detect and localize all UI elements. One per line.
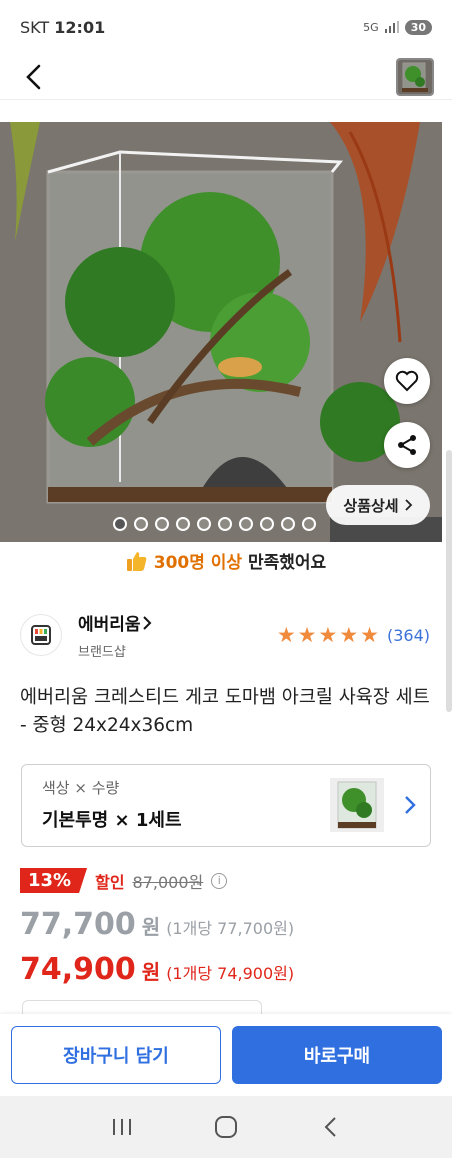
product-image[interactable] bbox=[0, 122, 442, 542]
brand-sub: 브랜드샵 bbox=[78, 645, 126, 660]
rating[interactable]: ★ ★ ★ ★ ★ (364) bbox=[276, 622, 430, 647]
recents-icon bbox=[113, 1119, 131, 1135]
top-nav bbox=[0, 54, 452, 100]
system-nav-bar bbox=[0, 1096, 452, 1158]
system-back-button[interactable] bbox=[310, 1107, 350, 1147]
review-count[interactable]: (364) bbox=[387, 626, 430, 645]
chevron-right-icon bbox=[405, 796, 416, 814]
carousel-dot[interactable] bbox=[218, 517, 232, 531]
price-regular-currency: 원 bbox=[141, 915, 161, 939]
add-to-cart-button[interactable]: 장바구니 담기 bbox=[11, 1026, 221, 1084]
price-regular-amount: 77,700 bbox=[20, 907, 136, 942]
star-icon: ★ bbox=[339, 622, 359, 647]
discount-badge: 13% bbox=[20, 868, 88, 893]
product-thumbnail bbox=[398, 59, 432, 94]
brand-name[interactable]: 에버리움 bbox=[78, 610, 152, 635]
carousel-dot[interactable] bbox=[281, 517, 295, 531]
brand-logo-icon bbox=[31, 625, 51, 645]
wishlist-button[interactable] bbox=[384, 358, 430, 404]
carousel-dot[interactable] bbox=[260, 517, 274, 531]
chevron-right-icon bbox=[404, 499, 412, 511]
price-sale-unit: (1개당 74,900원) bbox=[166, 964, 295, 983]
carousel-dot[interactable] bbox=[176, 517, 190, 531]
option-selector[interactable]: 색상 × 수량 기본투명 × 1세트 bbox=[21, 764, 431, 847]
product-detail-button[interactable]: 상품상세 bbox=[326, 485, 430, 525]
social-proof-text: 만족했어요 bbox=[242, 553, 327, 573]
star-icon: ★ bbox=[360, 622, 379, 647]
carousel-dot[interactable] bbox=[239, 517, 253, 531]
price-regular-unit: (1개당 77,700원) bbox=[166, 919, 295, 938]
price-sale: 74,900 원 (1개당 74,900원) bbox=[20, 952, 294, 987]
share-button[interactable] bbox=[384, 422, 430, 468]
network-indicator: 5G bbox=[363, 20, 379, 34]
social-proof: 300명 이상 만족했어요 bbox=[0, 548, 452, 573]
share-icon bbox=[398, 435, 416, 455]
product-thumbnail-button[interactable] bbox=[396, 57, 434, 96]
brand-text[interactable]: 에버리움 브랜드샵 bbox=[78, 610, 152, 660]
original-price: 87,000원 bbox=[132, 872, 204, 892]
carousel-dots bbox=[113, 517, 316, 531]
recents-button[interactable] bbox=[102, 1107, 142, 1147]
carousel-dot[interactable] bbox=[302, 517, 316, 531]
carousel-dot[interactable] bbox=[134, 517, 148, 531]
option-thumbnail bbox=[330, 778, 384, 832]
signal-icon bbox=[384, 21, 399, 33]
star-icon: ★ bbox=[297, 622, 317, 647]
bottom-action-bar: 장바구니 담기 바로구매 bbox=[0, 1014, 452, 1096]
back-icon bbox=[324, 1117, 336, 1137]
discount-row: 13% 할인 87,000원 i bbox=[20, 868, 228, 893]
clock: 12:01 bbox=[54, 17, 106, 37]
price-sale-currency: 원 bbox=[141, 960, 161, 984]
thumbs-up-icon bbox=[126, 552, 147, 571]
carousel-dot[interactable] bbox=[197, 517, 211, 531]
buy-now-button[interactable]: 바로구매 bbox=[232, 1026, 442, 1084]
star-icon: ★ bbox=[318, 622, 338, 647]
status-bar: SKT 12:01 5G 30 bbox=[0, 0, 452, 54]
price-regular: 77,700 원 (1개당 77,700원) bbox=[20, 907, 294, 942]
product-detail-label: 상품상세 bbox=[343, 496, 399, 515]
brand-row: 에버리움 브랜드샵 ★ ★ ★ ★ ★ (364) bbox=[20, 610, 430, 660]
home-button[interactable] bbox=[206, 1107, 246, 1147]
status-left: SKT 12:01 bbox=[20, 18, 105, 37]
status-right: 5G 30 bbox=[363, 19, 432, 35]
star-icon: ★ bbox=[276, 622, 296, 647]
page-scrollbar[interactable] bbox=[446, 450, 452, 712]
option-thumbnail-image bbox=[330, 778, 384, 832]
info-icon[interactable]: i bbox=[211, 872, 228, 889]
battery-indicator: 30 bbox=[404, 19, 432, 35]
social-proof-highlight: 300명 이상 bbox=[153, 553, 243, 573]
back-button[interactable] bbox=[18, 62, 48, 92]
chevron-left-icon bbox=[26, 64, 41, 89]
carrier: SKT bbox=[20, 17, 50, 37]
carousel-dot[interactable] bbox=[113, 517, 127, 531]
brand-logo[interactable] bbox=[20, 614, 62, 656]
carousel-dot[interactable] bbox=[155, 517, 169, 531]
product-title: 에버리움 크레스티드 게코 도마뱀 아크릴 사육장 세트 - 중형 24x24x… bbox=[20, 687, 430, 736]
price-sale-amount: 74,900 bbox=[20, 952, 136, 987]
chevron-right-icon bbox=[142, 616, 151, 630]
heart-icon bbox=[395, 370, 419, 392]
home-icon bbox=[215, 1116, 237, 1138]
brand-name-label: 에버리움 bbox=[78, 615, 141, 635]
discount-label: 할인 bbox=[95, 872, 125, 892]
terrarium-image bbox=[0, 122, 442, 542]
